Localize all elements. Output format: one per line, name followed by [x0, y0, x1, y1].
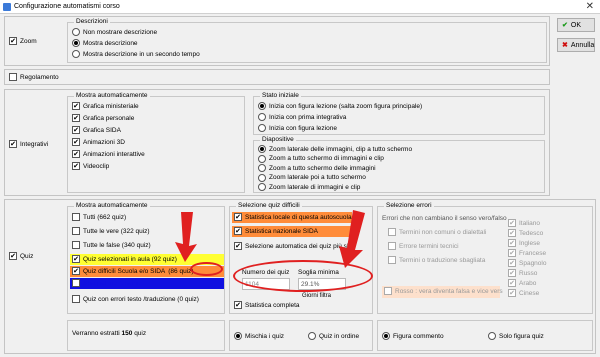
config-window-icon	[3, 3, 11, 11]
ok-label: OK	[570, 21, 581, 29]
integrativi-group: ✔ Integrativi Mostra automaticamente ✔ Gra…	[4, 89, 550, 196]
order-option-1[interactable]: Quiz in ordine	[308, 332, 359, 340]
extracted-text: Verranno estratti 150 quiz	[72, 330, 147, 337]
slides-option-2[interactable]: Zoom a tutto schermo delle immagini	[258, 164, 376, 172]
quiz-item-6[interactable]: Quiz con errori testo /traduzione (0 qui…	[72, 295, 199, 303]
integrativi-item-1[interactable]: ✔ Grafica personale	[72, 114, 134, 122]
red-arrow-icon	[175, 212, 197, 262]
rosso-checkbox[interactable]: Rosso : vera diventa falsa e vice vers	[384, 287, 503, 295]
quiz-auto-legend: Mostra automaticamente	[74, 202, 150, 209]
lang-1[interactable]: ✔ Tedesco	[508, 229, 543, 237]
lang-6[interactable]: ✔ Arabo	[508, 279, 536, 287]
zoom-option-2[interactable]: Mostra descrizione in un secondo tempo	[72, 50, 200, 58]
cut-label: Giorni filtra	[302, 293, 332, 299]
errors-legend: Selezione errori	[384, 202, 434, 209]
red-arrow-icon	[339, 210, 365, 268]
regolamento-group: Regolamento	[4, 69, 550, 85]
cancel-label: Annulla	[570, 41, 595, 49]
integrativi-label: Integrativi	[20, 140, 49, 148]
quiz-item-0[interactable]: Tutti (662 quiz)	[72, 213, 126, 221]
slides-option-1[interactable]: Zoom a tutto schermo di immagini e clip	[258, 154, 384, 163]
quiz-auto-fieldset: Mostra automaticamente Tutti (662 quiz) …	[67, 202, 225, 314]
slides-option-0[interactable]: Zoom laterale delle immagini, clip a tut…	[258, 145, 412, 153]
integrativi-item-0[interactable]: ✔ Grafica ministeriale	[72, 102, 139, 110]
slides-option-4[interactable]: Zoom laterale di immagini e clip	[258, 183, 360, 191]
quiz-checkbox[interactable]: ✔ Quiz	[9, 252, 33, 260]
difficult-legend: Selezione quiz difficili	[236, 202, 302, 209]
lang-3[interactable]: ✔ Francese	[508, 249, 546, 257]
descrizioni-legend: Descrizioni	[74, 18, 110, 25]
full-stats-checkbox[interactable]: ✔ Statistica completa	[234, 301, 300, 309]
lang-0[interactable]: ✔ Italiano	[508, 219, 540, 227]
zoom-group: ✔ Zoom Descrizioni Non mostrare descrizio…	[4, 16, 550, 66]
ok-button[interactable]: ✔ OK	[557, 18, 595, 32]
integrativi-item-2[interactable]: ✔ Grafica SIDA	[72, 126, 121, 134]
initial-option-2[interactable]: Inizia con figura lezione	[258, 124, 337, 132]
diapositive-legend: Diapositive	[260, 136, 296, 143]
order-option-0[interactable]: Mischia i quiz	[234, 332, 284, 340]
extracted-box: Verranno estratti 150 quiz	[67, 320, 225, 351]
integrativi-auto-legend: Mostra automaticamente	[74, 92, 150, 99]
figure-option-0[interactable]: Figura commento	[382, 332, 444, 340]
order-box: Mischia i quiz Quiz in ordine	[229, 320, 373, 351]
quiz-item-3[interactable]: ✔ Quiz selezionati in aula (92 quiz)	[72, 255, 177, 263]
integrativi-item-4[interactable]: ✔ Animazioni interattive	[72, 150, 145, 158]
cancel-x-icon: ✖	[562, 42, 568, 49]
quiz-item-4[interactable]: ✔ Quiz difficili Scuola e/o SIDA (86 quiz)	[72, 267, 194, 275]
zoom-checkbox[interactable]: ✔ Zoom	[9, 37, 37, 45]
zoom-option-0[interactable]: Non mostrare descrizione	[72, 28, 157, 36]
difficult-item-1[interactable]: ✔ Statistica nazionale SIDA	[234, 227, 318, 235]
regolamento-checkbox[interactable]: Regolamento	[9, 73, 59, 81]
zoom-option-1[interactable]: Mostra descrizione	[72, 39, 138, 47]
errors-title: Errori che non cambiano il senso vero/fa…	[382, 215, 507, 222]
quiz-item-2[interactable]: Tutte le false (340 quiz)	[72, 241, 151, 249]
error-item-2[interactable]: Termini o traduzione sbagliata	[388, 256, 485, 264]
integrativi-item-3[interactable]: ✔ Animazioni 3D	[72, 138, 125, 146]
quiz-group: ✔ Quiz Mostra automaticamente Tutti (662 …	[4, 199, 596, 354]
lang-4[interactable]: ✔ Spagnolo	[508, 259, 546, 267]
initial-option-0[interactable]: Inizia con figura lezione (salta zoom fi…	[258, 102, 422, 110]
stato-iniziale-fieldset: Stato iniziale Inizia con figura lezione…	[253, 92, 545, 135]
integrativi-item-5[interactable]: ✔ Videoclip	[72, 162, 109, 170]
title-bar: Configurazione automatismi corso ✕	[0, 0, 600, 14]
diapositive-fieldset: Diapositive Zoom laterale delle immagini…	[253, 136, 545, 193]
cancel-button[interactable]: ✖ Annulla	[557, 38, 595, 52]
count-annotation-oval	[190, 262, 223, 276]
errors-fieldset: Selezione errori Errori che non cambiano…	[377, 202, 593, 314]
lang-5[interactable]: ✔ Russo	[508, 269, 537, 277]
error-item-1[interactable]: Errore termini tecnici	[388, 242, 459, 250]
quiz-item-1[interactable]: Tutte le vere (322 quiz)	[72, 227, 150, 235]
close-icon[interactable]: ✕	[586, 1, 594, 12]
integrativi-auto-fieldset: Mostra automaticamente ✔ Grafica minister…	[67, 92, 245, 193]
initial-option-1[interactable]: Inizia con prima integrativa	[258, 113, 346, 121]
zoom-label: Zoom	[20, 37, 37, 45]
lang-7[interactable]: ✔ Cinese	[508, 289, 539, 297]
figure-box: Figura commento Solo figura quiz	[377, 320, 593, 351]
lang-2[interactable]: ✔ Inglese	[508, 239, 540, 247]
quiz-item-5[interactable]: Sbagliati nell'esame	[72, 279, 141, 287]
regolamento-label: Regolamento	[20, 73, 59, 81]
ok-check-icon: ✔	[562, 22, 568, 29]
slides-option-3[interactable]: Zoom laterale poi a tutto schermo	[258, 173, 366, 182]
quiz-label: Quiz	[20, 252, 34, 260]
error-item-0[interactable]: Termini non comuni o dialettali	[388, 228, 486, 236]
descrizioni-fieldset: Descrizioni Non mostrare descrizione Mos…	[67, 18, 547, 63]
integrativi-checkbox[interactable]: ✔ Integrativi	[9, 140, 48, 148]
stato-iniziale-legend: Stato iniziale	[260, 92, 301, 99]
figure-option-1[interactable]: Solo figura quiz	[488, 332, 544, 340]
window-title: Configurazione automatismi corso	[14, 3, 120, 10]
